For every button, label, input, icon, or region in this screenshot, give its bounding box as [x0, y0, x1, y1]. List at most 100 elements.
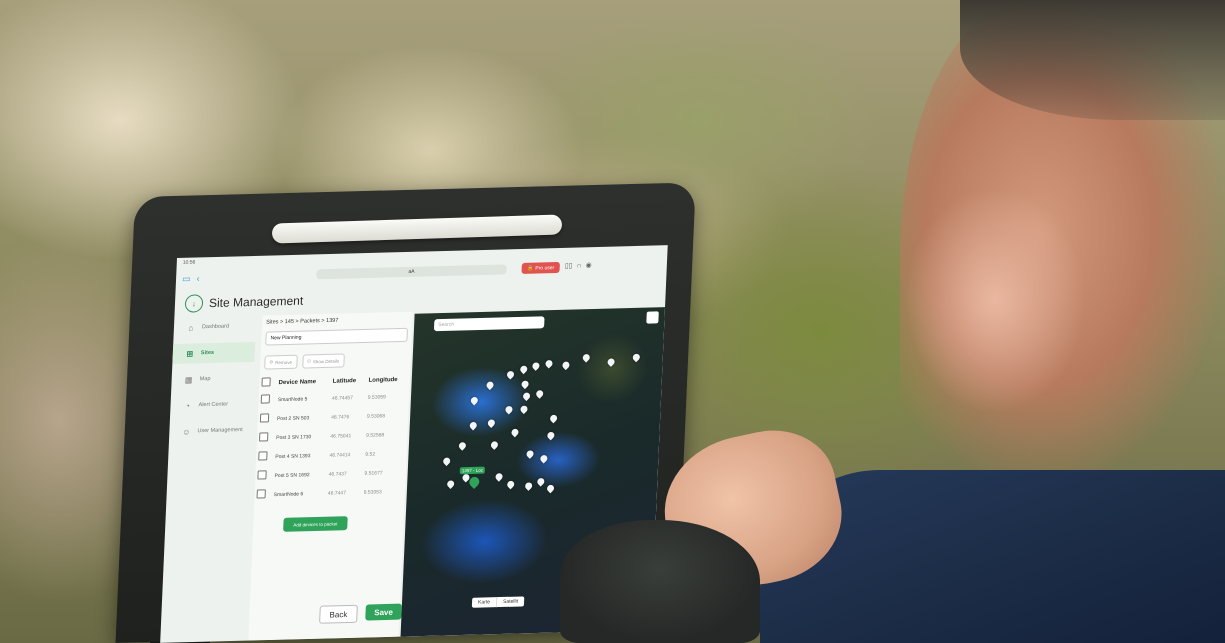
longitude-cell: 9.53059: [367, 393, 387, 401]
row-select-cell: [258, 409, 276, 428]
show-details-label: Show Details: [312, 358, 340, 364]
row-select-cell: [255, 466, 273, 485]
map-pin-icon[interactable]: [530, 360, 541, 371]
map-pin-icon[interactable]: [505, 479, 516, 490]
action-chips: ⊖ Remove ⊙ Show Details: [264, 352, 407, 370]
map-pin-icon[interactable]: [544, 358, 554, 369]
site-select-value: New Planning: [270, 334, 302, 342]
map-pin-icon[interactable]: [534, 388, 545, 399]
toolbar-right: ▯▯ ∩ ◉: [565, 261, 592, 270]
device-name-cell: Post 2 SN 503: [276, 414, 310, 422]
remove-button[interactable]: ⊖ Remove: [264, 354, 298, 370]
pro-user-button[interactable]: 🔒 Pro user: [521, 261, 560, 274]
map-pin-icon[interactable]: [485, 380, 496, 391]
fullscreen-icon[interactable]: [646, 311, 659, 324]
map-pin-icon[interactable]: [521, 391, 532, 402]
map-pin-icon[interactable]: [494, 471, 505, 482]
map-pin-icon[interactable]: [581, 352, 592, 363]
map-pin-icon[interactable]: [548, 413, 559, 424]
map-pin-icon[interactable]: [525, 449, 536, 459]
remove-icon: ⊖: [269, 359, 274, 365]
row-select-cell: [257, 428, 275, 447]
map-pin-icon[interactable]: [523, 481, 534, 491]
table-row[interactable]: SmartNode 6 46.7447 9.53053: [254, 482, 405, 505]
sidebar-toggle-icon[interactable]: ▭: [182, 273, 191, 283]
sidebar-item-map[interactable]: ▦ Map: [171, 368, 254, 390]
device-panel: Sites > 145 > Packets > 1397 New Plannin…: [248, 311, 413, 641]
map-pin-icon[interactable]: [518, 364, 529, 375]
sidebar-item-label: User Management: [197, 427, 243, 435]
page-title: Site Management: [208, 293, 304, 311]
pro-user-label: Pro user: [535, 264, 555, 272]
row-select-cell: [258, 390, 276, 409]
book-icon[interactable]: ▯▯: [565, 262, 573, 270]
longitude-cell: 9.51677: [364, 469, 383, 477]
row-checkbox[interactable]: [256, 489, 266, 499]
column-device-name: Device Name: [278, 378, 317, 386]
avatar-icon[interactable]: ◉: [585, 261, 591, 269]
map-pin-icon[interactable]: [504, 404, 514, 415]
device-name-cell: Post 3 SN 1730: [276, 433, 312, 441]
map-pin-icon[interactable]: [469, 395, 480, 406]
details-icon: ⊙: [306, 358, 311, 364]
row-select-cell: [254, 485, 272, 504]
map-pin-icon[interactable]: [520, 379, 531, 390]
url-bar[interactable]: aA: [316, 264, 507, 280]
footer-buttons: Back Save: [319, 603, 402, 624]
site-select[interactable]: New Planning: [265, 327, 409, 346]
map-pin-icon[interactable]: [505, 369, 516, 380]
map-pin-icon[interactable]: [489, 439, 500, 450]
map-pin-icon[interactable]: [545, 430, 556, 441]
breadcrumb[interactable]: Sites > 145 > Packets > 1397: [262, 312, 413, 330]
sidebar-item-user-management[interactable]: ☺ User Management: [169, 420, 252, 442]
sidebar-item-sites[interactable]: ⊞ Sites: [172, 341, 256, 364]
map-pin-icon[interactable]: [468, 420, 479, 431]
longitude-cell: 9.52588: [366, 431, 385, 439]
sidebar-item-label: Alert Center: [198, 401, 229, 409]
row-checkbox[interactable]: [258, 451, 268, 461]
map-search-input[interactable]: Search: [433, 316, 545, 332]
back-arrow-icon[interactable]: ‹: [196, 273, 199, 283]
select-all-checkbox[interactable]: [261, 377, 271, 387]
sidebar-item-label: Sites: [200, 349, 215, 357]
save-button[interactable]: Save: [365, 603, 402, 621]
row-checkbox[interactable]: [257, 470, 267, 480]
sidebar-item-dashboard[interactable]: ⌂ Dashboard: [174, 316, 257, 338]
map-pin-icon[interactable]: [519, 404, 529, 415]
device-table: Device Name Latitude Longitude SmartNode…: [254, 372, 410, 505]
headset-icon[interactable]: ∩: [576, 262, 581, 269]
back-button[interactable]: Back: [319, 604, 358, 624]
map-pin-icon[interactable]: [457, 440, 468, 451]
device-name-cell: Post 5 SN 1692: [274, 471, 310, 479]
map-pin-icon[interactable]: [560, 360, 571, 371]
tab-satellit[interactable]: Satellit: [495, 596, 525, 608]
map-pin-icon[interactable]: [445, 479, 456, 489]
map-pin-icon[interactable]: [631, 352, 642, 363]
map-pin-icon[interactable]: [510, 427, 520, 438]
add-devices-button[interactable]: Add devices to packet: [283, 516, 348, 532]
row-checkbox[interactable]: [259, 432, 269, 442]
lock-icon: 🔒: [526, 265, 534, 272]
show-details-button[interactable]: ⊙ Show Details: [301, 353, 345, 369]
sidebar-item-label: Map: [199, 375, 211, 383]
map-pin-icon[interactable]: [441, 456, 452, 467]
map-pin-icon[interactable]: [535, 476, 546, 487]
longitude-cell: 9.53053: [363, 488, 382, 496]
row-select-cell: [256, 447, 274, 466]
device-name-cell: SmartNode 6: [273, 490, 304, 498]
column-latitude: Latitude: [332, 377, 357, 385]
column-longitude: Longitude: [368, 376, 398, 384]
status-time: 10:56: [182, 259, 196, 266]
map-pin-icon[interactable]: [538, 453, 549, 464]
sidebar: ⌂ Dashboard ⊞ Sites ▦ Map ◔ Alert Center…: [160, 316, 256, 643]
map-pin-icon[interactable]: [486, 418, 497, 428]
tab-karte[interactable]: Karte: [472, 597, 496, 608]
map-pin-icon[interactable]: [545, 483, 556, 494]
row-checkbox[interactable]: [259, 413, 270, 423]
bell-icon: ◔: [184, 400, 191, 411]
right-glove: [560, 520, 760, 643]
sidebar-item-alert-center[interactable]: ◔ Alert Center: [170, 394, 253, 416]
row-checkbox[interactable]: [260, 394, 271, 404]
map-pin-icon[interactable]: [606, 357, 617, 367]
latitude-cell: 46.7476: [331, 413, 350, 421]
